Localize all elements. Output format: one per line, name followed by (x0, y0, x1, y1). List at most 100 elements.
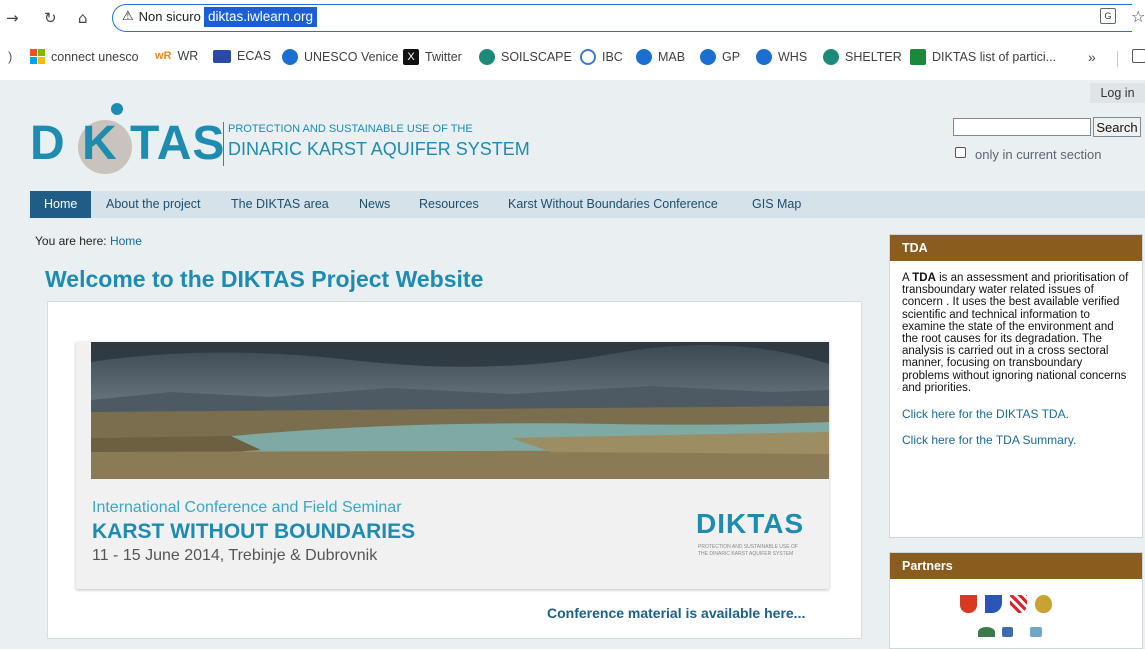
croatia-crest-icon[interactable] (1010, 595, 1027, 613)
search-button[interactable]: Search (1093, 117, 1141, 137)
bookmark-label: SOILSCAPE (501, 50, 572, 64)
tda-diktas-link[interactable]: Click here for the DIKTAS TDA. (902, 408, 1130, 420)
home-icon[interactable]: ⌂ (78, 9, 88, 27)
page-title: Welcome to the DIKTAS Project Website (45, 266, 484, 292)
reload-icon[interactable]: ↻ (44, 9, 57, 27)
logo-letter-d: D (30, 117, 66, 170)
bookmark-label: IBC (602, 50, 623, 64)
globe-icon (636, 49, 652, 65)
bookmark-label: connect unesco (51, 49, 139, 64)
gef-logo-icon[interactable] (978, 627, 995, 637)
nav-karst-conference[interactable]: Karst Without Boundaries Conference (508, 191, 718, 218)
bookmark-star-icon[interactable]: ☆ (1131, 7, 1145, 26)
search-input[interactable] (953, 118, 1091, 136)
nav-news[interactable]: News (359, 191, 390, 218)
bookmark-shelter[interactable]: SHELTER (823, 49, 902, 65)
conference-material-link[interactable]: Conference material is available here... (547, 605, 805, 621)
tda-header: TDA (890, 235, 1142, 261)
bookmark-wr[interactable]: wR WR (155, 49, 198, 63)
bookmark-label: GP (722, 50, 741, 64)
banner-logo-text: DIKTAS (696, 508, 805, 539)
bookmark-ibc[interactable]: IBC (580, 49, 623, 65)
un-icon (580, 49, 596, 65)
nav-home[interactable]: Home (30, 191, 92, 218)
banner-subtitle: International Conference and Field Semin… (92, 499, 402, 516)
soilscape-icon (479, 49, 495, 65)
bookmark-label: WR (177, 49, 199, 63)
tda-body-bold: TDA (912, 272, 936, 284)
bookmarks-bar: ) connect unesco wR WR ECAS UNESCO Venic… (0, 36, 1145, 80)
security-warning[interactable]: ⚠ Non sicuro (122, 9, 201, 24)
bookmarks-edge: ) (8, 49, 13, 64)
unesco-logo-icon[interactable] (1030, 627, 1042, 637)
banner-diktas-logo: DIKTAS PROTECTION AND SUSTAINABLE USE OF… (696, 502, 816, 562)
forward-icon[interactable]: → (6, 9, 19, 27)
url-text[interactable]: diktas.iwlearn.org (204, 7, 318, 27)
logo-letter-k: K (82, 117, 117, 170)
nav-diktas-area[interactable]: The DIKTAS area (231, 191, 329, 218)
bookmark-ecas[interactable]: ECAS (213, 49, 271, 63)
tda-body-prefix: A (902, 272, 913, 284)
tda-body-text: is an assessment and prioritisation of t… (902, 272, 1129, 394)
logo-tagline-top: PROTECTION AND SUSTAINABLE USE OF THE (228, 123, 473, 135)
banner-dates: 11 - 15 June 2014, Trebinje & Dubrovnik (92, 547, 378, 564)
translate-icon[interactable]: G (1100, 8, 1116, 24)
tda-summary-link[interactable]: Click here for the TDA Summary. (902, 434, 1130, 446)
bookmark-label: UNESCO Venice (304, 50, 399, 64)
browser-toolbar: → ↻ ⌂ ⚠ Non sicuro diktas.iwlearn.org G … (0, 0, 1145, 36)
banner-title: KARST WITHOUT BOUNDARIES (92, 520, 416, 543)
partners-header: Partners (890, 553, 1142, 579)
breadcrumb-home-link[interactable]: Home (110, 234, 142, 248)
bookmark-mab[interactable]: MAB (636, 49, 685, 65)
breadcrumb-prefix: You are here: (35, 234, 107, 248)
bookmark-diktas-list[interactable]: DIKTAS list of partici... (910, 49, 1056, 65)
security-warning-label: Non sicuro (138, 9, 201, 24)
bookmark-label: SHELTER (845, 50, 902, 64)
bosnia-crest-icon[interactable] (985, 595, 1002, 613)
bookmark-label: WHS (778, 50, 808, 64)
bookmark-label: Twitter (425, 50, 462, 64)
bookmark-unesco-venice[interactable]: UNESCO Venice (282, 49, 398, 65)
nav-gis-map[interactable]: GIS Map (752, 191, 801, 218)
eu-flag-icon (213, 49, 231, 63)
bookmark-soilscape[interactable]: SOILSCAPE (479, 49, 572, 65)
bookmark-connect-unesco[interactable]: connect unesco (30, 49, 139, 64)
banner-logo-small2: THE DINARIC KARST AQUIFER SYSTEM (698, 551, 794, 557)
warning-triangle-icon: ⚠ (122, 9, 134, 24)
partners-portlet: Partners (889, 552, 1143, 649)
tda-portlet: TDA A TDA is an assessment and prioritis… (889, 234, 1143, 538)
bookmark-gp[interactable]: GP (700, 49, 740, 65)
bookmarks-overflow-icon[interactable]: » (1088, 49, 1096, 65)
login-link[interactable]: Log in (1090, 83, 1145, 103)
sheets-icon (910, 49, 926, 65)
soilscape-icon (823, 49, 839, 65)
nav-resources[interactable]: Resources (419, 191, 479, 218)
globe-icon (700, 49, 716, 65)
montenegro-crest-icon[interactable] (1035, 595, 1052, 613)
bookmark-twitter[interactable]: X Twitter (403, 49, 462, 65)
conference-banner[interactable]: International Conference and Field Semin… (76, 342, 829, 589)
logo-letters-tas: TAS (130, 117, 226, 170)
logo-dot (111, 103, 123, 115)
albania-crest-icon[interactable] (960, 595, 977, 613)
tda-body: A TDA is an assessment and prioritisatio… (890, 261, 1142, 446)
bookmark-label: ECAS (237, 49, 272, 63)
logo-tagline-bottom: DINARIC KARST AQUIFER SYSTEM (228, 139, 530, 159)
karst-landscape-photo (91, 342, 829, 479)
wr-icon: wR (155, 50, 172, 62)
banner-logo-small1: PROTECTION AND SUSTAINABLE USE OF (698, 544, 798, 550)
divider (1117, 51, 1118, 67)
featured-card: International Conference and Field Semin… (47, 301, 862, 639)
folder-icon[interactable] (1132, 49, 1145, 63)
site-logo[interactable]: D K TAS PROTECTION AND SUSTAINABLE USE O… (30, 100, 550, 180)
nav-about-the-project[interactable]: About the project (106, 191, 201, 218)
breadcrumb: You are here: Home (35, 234, 142, 248)
current-section-checkbox[interactable] (955, 147, 966, 158)
globe-icon (282, 49, 298, 65)
bookmark-label: MAB (658, 50, 686, 64)
page: Log in D K TAS PROTECTION AND SUSTAINABL… (0, 80, 1145, 649)
current-section-label: only in current section (975, 147, 1102, 162)
bookmark-whs[interactable]: WHS (756, 49, 807, 65)
main-nav: Home About the project The DIKTAS area N… (30, 191, 1145, 218)
undp-logo-icon[interactable] (1002, 627, 1013, 637)
